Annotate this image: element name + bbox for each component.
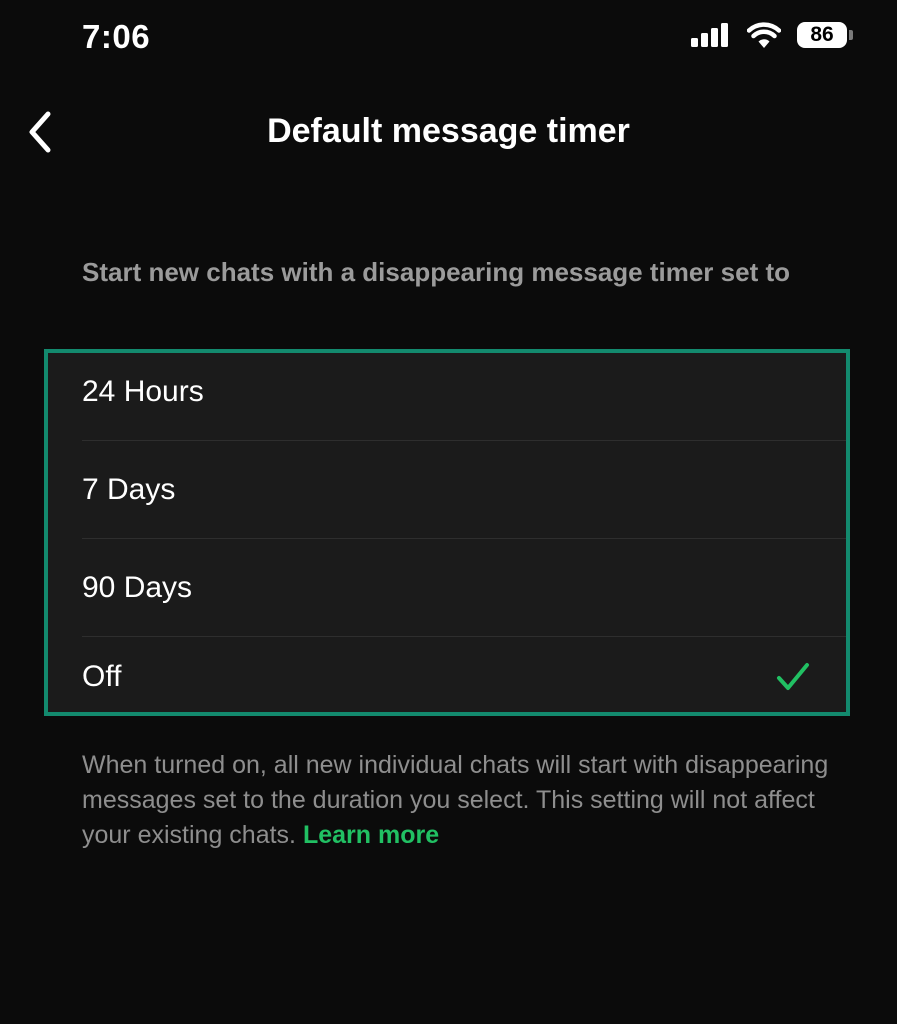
status-icons: 86 bbox=[691, 22, 853, 48]
option-7-days[interactable]: 7 Days bbox=[48, 441, 846, 539]
option-label: Off bbox=[82, 659, 122, 693]
battery-level: 86 bbox=[797, 22, 847, 48]
option-off[interactable]: Off bbox=[48, 637, 846, 716]
option-label: 24 Hours bbox=[82, 375, 204, 408]
status-time: 7:06 bbox=[82, 18, 151, 55]
page-title: Default message timer bbox=[267, 112, 630, 150]
learn-more-link[interactable]: Learn more bbox=[303, 821, 439, 849]
option-label: 7 Days bbox=[82, 473, 176, 506]
timer-options-list: 24 Hours 7 Days 90 Days Off bbox=[44, 349, 850, 716]
battery-icon: 86 bbox=[797, 22, 853, 48]
option-90-days[interactable]: 90 Days bbox=[48, 539, 846, 637]
checkmark-icon bbox=[777, 662, 809, 690]
footer-text: When turned on, all new individual chats… bbox=[82, 751, 829, 849]
screen: 7:06 86 Default message timer Start new … bbox=[0, 0, 897, 1024]
wifi-icon bbox=[747, 22, 781, 48]
battery-tip bbox=[849, 30, 853, 40]
option-label: 90 Days bbox=[82, 571, 193, 604]
section-header: Start new chats with a disappearing mess… bbox=[82, 257, 790, 287]
option-24-hours[interactable]: 24 Hours bbox=[48, 343, 846, 441]
signal-icon bbox=[691, 23, 728, 47]
footer-note: When turned on, all new individual chats… bbox=[82, 748, 842, 853]
